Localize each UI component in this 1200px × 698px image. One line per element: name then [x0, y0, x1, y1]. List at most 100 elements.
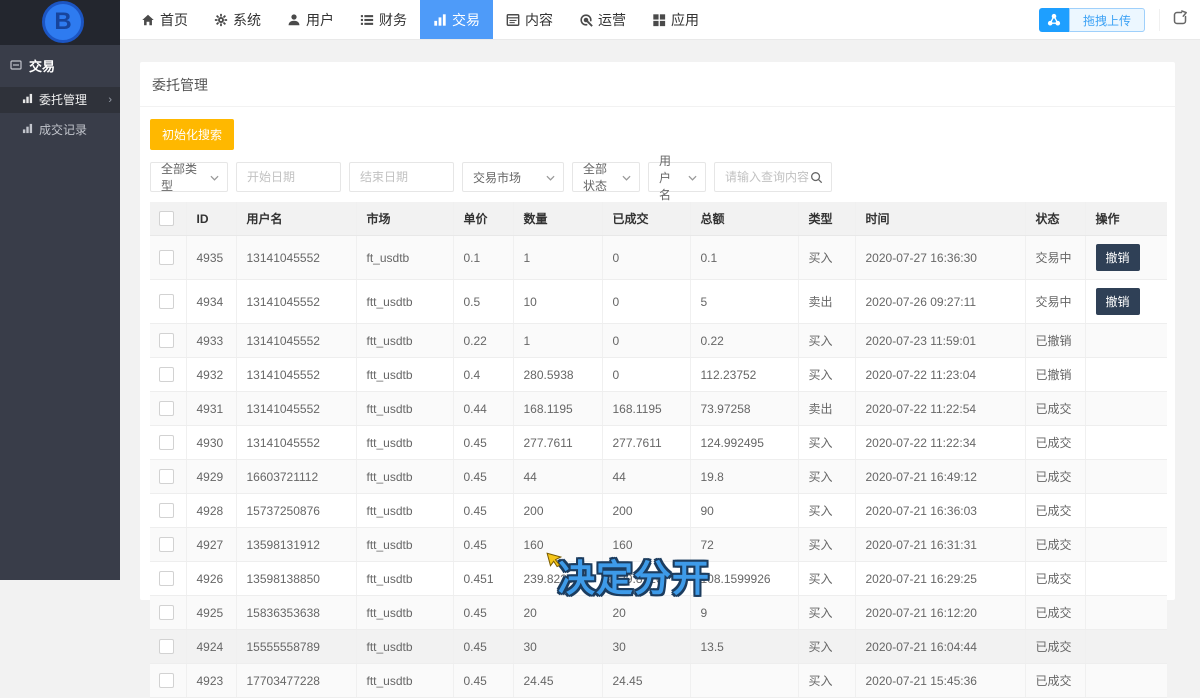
username-select-value: 用户名: [659, 152, 682, 203]
cell-type: 买入: [798, 358, 855, 392]
market-select[interactable]: 交易市场: [462, 162, 564, 192]
cell-time: 2020-07-22 11:23:04: [855, 358, 1025, 392]
cell-market: ftt_usdtb: [356, 358, 453, 392]
row-checkbox[interactable]: [159, 537, 174, 552]
cell-type: 买入: [798, 236, 855, 280]
row-checkbox[interactable]: [159, 605, 174, 620]
status-select[interactable]: 全部状态: [572, 162, 640, 192]
content-icon: [506, 13, 520, 27]
cell-amount: 280.5938: [513, 358, 602, 392]
row-checkbox[interactable]: [159, 503, 174, 518]
cell-market: ftt_usdtb: [356, 324, 453, 358]
cell-status: 已成交: [1025, 392, 1085, 426]
cell-time: 2020-07-22 11:22:54: [855, 392, 1025, 426]
cell-username: 16603721112: [236, 460, 356, 494]
cell-id: 4934: [186, 280, 236, 324]
globe-icon: [579, 13, 593, 27]
drag-upload-button[interactable]: 拖拽上传: [1039, 8, 1145, 32]
bar-chart-icon: [22, 88, 33, 112]
nav-item-operations[interactable]: 运营: [566, 0, 639, 39]
cell-amount: 277.7611: [513, 426, 602, 460]
row-checkbox[interactable]: [159, 401, 174, 416]
status-select-value: 全部状态: [583, 160, 616, 194]
refresh-icon: [1172, 10, 1188, 31]
cell-filled: 239.8226: [602, 562, 690, 596]
cell-username: 13141045552: [236, 358, 356, 392]
row-checkbox[interactable]: [159, 639, 174, 654]
cell-price: 0.45: [453, 460, 513, 494]
cell-market: ftt_usdtb: [356, 596, 453, 630]
nav-item-apps[interactable]: 应用: [639, 0, 712, 39]
collapse-panel-icon: [10, 51, 22, 83]
cell-price: 0.44: [453, 392, 513, 426]
end-date-field[interactable]: [349, 162, 454, 192]
col-header-type: 类型: [798, 202, 855, 236]
cell-id: 4930: [186, 426, 236, 460]
row-checkbox[interactable]: [159, 294, 174, 309]
select-all-checkbox[interactable]: [159, 211, 174, 226]
cell-username: 13598138850: [236, 562, 356, 596]
cell-total: 19.8: [690, 460, 798, 494]
init-search-button[interactable]: 初始化搜索: [150, 119, 234, 150]
cell-time: 2020-07-21 16:31:31: [855, 528, 1025, 562]
sidebar: B 交易 委托管理 › 成交记录: [0, 0, 120, 580]
row-checkbox[interactable]: [159, 367, 174, 382]
cell-checkbox: [150, 280, 186, 324]
nav-label: 系统: [233, 10, 261, 30]
nav-item-trade[interactable]: 交易: [420, 0, 493, 39]
cell-price: 0.45: [453, 494, 513, 528]
cell-status: 交易中: [1025, 280, 1085, 324]
row-checkbox[interactable]: [159, 469, 174, 484]
cell-type: 买入: [798, 324, 855, 358]
cancel-order-button[interactable]: 撤销: [1096, 244, 1140, 271]
type-select[interactable]: 全部类型: [150, 162, 228, 192]
row-checkbox[interactable]: [159, 571, 174, 586]
nav-item-finance[interactable]: 财务: [347, 0, 420, 39]
cell-amount: 160: [513, 528, 602, 562]
sidebar-item-entrust-management[interactable]: 委托管理 ›: [0, 87, 120, 113]
sidebar-item-trade-records[interactable]: 成交记录: [0, 117, 120, 143]
nav-item-content[interactable]: 内容: [493, 0, 566, 39]
refresh-button[interactable]: [1159, 9, 1188, 31]
cell-action: [1085, 596, 1167, 630]
nav-item-user[interactable]: 用户: [274, 0, 347, 39]
cell-action: [1085, 528, 1167, 562]
username-select[interactable]: 用户名: [648, 162, 706, 192]
col-header-status: 状态: [1025, 202, 1085, 236]
cell-status: 已成交: [1025, 426, 1085, 460]
search-field[interactable]: [714, 162, 832, 192]
table-row: 493413141045552ftt_usdtb0.51005卖出2020-07…: [150, 280, 1167, 324]
cell-id: 4931: [186, 392, 236, 426]
cell-status: 已撤销: [1025, 358, 1085, 392]
table-body: 493513141045552ft_usdtb0.1100.1买入2020-07…: [150, 236, 1167, 698]
end-date-input[interactable]: [360, 170, 445, 184]
cell-id: 4925: [186, 596, 236, 630]
cell-amount: 24.45: [513, 664, 602, 698]
cell-action: [1085, 562, 1167, 596]
cell-checkbox: [150, 596, 186, 630]
row-checkbox[interactable]: [159, 673, 174, 688]
cell-id: 4927: [186, 528, 236, 562]
market-select-value: 交易市场: [473, 169, 521, 186]
search-icon[interactable]: [810, 171, 823, 184]
nav-item-system[interactable]: 系统: [201, 0, 274, 39]
cell-username: 13141045552: [236, 236, 356, 280]
cell-price: 0.45: [453, 528, 513, 562]
cell-action: [1085, 358, 1167, 392]
cell-username: 13141045552: [236, 324, 356, 358]
row-checkbox[interactable]: [159, 250, 174, 265]
search-input[interactable]: [725, 170, 810, 184]
row-checkbox[interactable]: [159, 333, 174, 348]
cell-filled: 30: [602, 630, 690, 664]
cancel-order-button[interactable]: 撤销: [1096, 288, 1140, 315]
bar-chart-icon: [22, 118, 33, 142]
start-date-field[interactable]: [236, 162, 341, 192]
row-checkbox[interactable]: [159, 435, 174, 450]
cell-amount: 200: [513, 494, 602, 528]
cell-type: 买入: [798, 664, 855, 698]
nav-item-home[interactable]: 首页: [128, 0, 201, 39]
start-date-input[interactable]: [247, 170, 332, 184]
cell-filled: 20: [602, 596, 690, 630]
cell-status: 已成交: [1025, 528, 1085, 562]
cell-filled: 0: [602, 324, 690, 358]
